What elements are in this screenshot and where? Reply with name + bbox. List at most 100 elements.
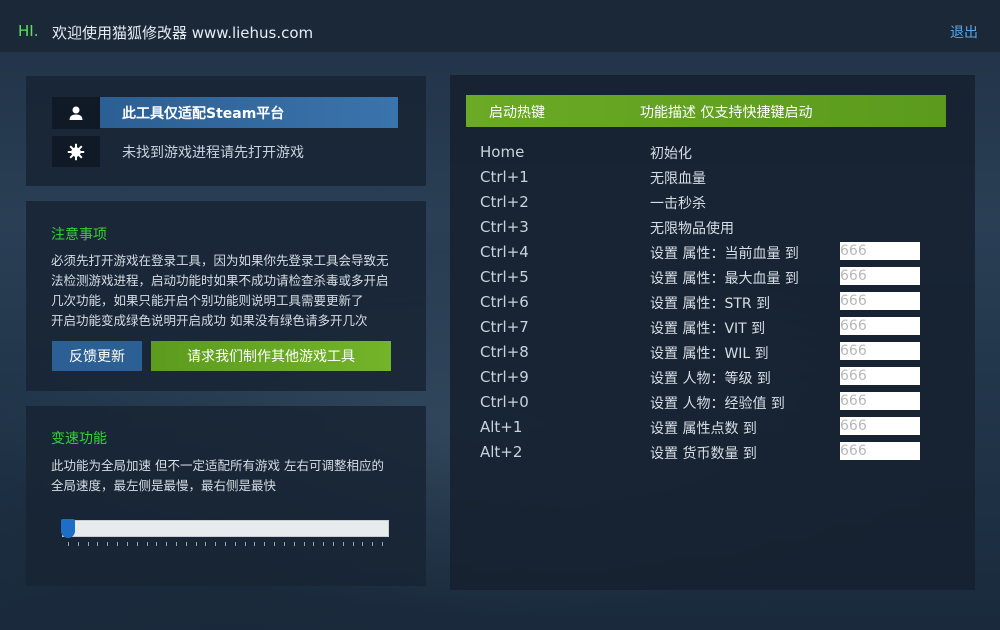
hotkey-description: 设置 人物：经验值 到 — [650, 396, 785, 412]
hotkey-key: Home — [480, 143, 525, 161]
slider-tick — [97, 542, 98, 546]
hotkey-row[interactable]: Ctrl+2 一击秒杀 — [450, 193, 975, 218]
hotkey-row[interactable]: Ctrl+7 设置 属性：VIT 到 — [450, 317, 975, 343]
slider-tick — [333, 542, 334, 546]
slider-tick — [313, 542, 314, 546]
platform-label: 此工具仅适配Steam平台 — [100, 97, 398, 128]
hotkey-row[interactable]: Ctrl+5 设置 属性：最大血量 到 — [450, 267, 975, 293]
hotkey-description: 设置 货币数量 到 — [650, 446, 757, 462]
slider-tick — [343, 542, 344, 546]
hotkey-description: 无限血量 — [650, 171, 706, 187]
feedback-update-button[interactable]: 反馈更新 — [52, 341, 142, 371]
slider-tick — [362, 542, 363, 546]
hotkey-row[interactable]: Ctrl+0 设置 人物：经验值 到 — [450, 392, 975, 418]
slider-tick — [205, 542, 206, 546]
notes-line: 几次功能，如果只能开启个别功能则说明工具需要更新了 — [51, 293, 364, 308]
hotkey-key: Ctrl+2 — [480, 193, 529, 211]
speed-slider-ticks — [68, 542, 388, 547]
slider-tick — [294, 542, 295, 546]
slider-tick — [127, 542, 128, 546]
hotkey-description: 设置 人物：等级 到 — [650, 371, 771, 387]
hotkey-row[interactable]: Alt+2 设置 货币数量 到 — [450, 442, 975, 468]
hotkey-row[interactable]: Ctrl+9 设置 人物：等级 到 — [450, 367, 975, 393]
slider-tick — [353, 542, 354, 546]
hotkey-value-input[interactable] — [840, 317, 920, 335]
notes-title: 注意事项 — [51, 227, 107, 243]
hotkey-value-input[interactable] — [840, 392, 920, 410]
hotkey-value-input[interactable] — [840, 342, 920, 360]
request-tool-button[interactable]: 请求我们制作其他游戏工具 — [151, 341, 391, 371]
slider-tick — [245, 542, 246, 546]
hotkey-description: 设置 属性：最大血量 到 — [650, 271, 799, 287]
title-bar: HI. 欢迎使用猫狐修改器 www.liehus.com 退出 — [0, 0, 1000, 52]
hotkey-key: Ctrl+3 — [480, 218, 529, 236]
speed-text: 此功能为全局加速 但不一定适配所有游戏 左右可调整相应的 全局速度，最左侧是最慢… — [51, 456, 411, 496]
hotkey-row[interactable]: Alt+1 设置 属性点数 到 — [450, 417, 975, 443]
slider-tick — [215, 542, 216, 546]
slider-tick — [225, 542, 226, 546]
hotkey-row[interactable]: Ctrl+1 无限血量 — [450, 168, 975, 193]
hotkey-value-input[interactable] — [840, 367, 920, 385]
hotkey-description: 设置 属性：WIL 到 — [650, 346, 769, 362]
speed-slider-thumb[interactable] — [61, 519, 75, 538]
hotkey-value-input[interactable] — [840, 267, 920, 285]
app-title: 欢迎使用猫狐修改器 www.liehus.com — [52, 24, 314, 42]
exit-link[interactable]: 退出 — [950, 22, 978, 42]
hotkey-description: 初始化 — [650, 146, 692, 162]
hotkey-key: Alt+1 — [480, 418, 523, 436]
process-status: 未找到游戏进程请先打开游戏 — [122, 145, 304, 161]
slider-tick — [176, 542, 177, 546]
user-icon — [52, 97, 100, 129]
notes-line: 开启功能变成绿色说明开启成功 如果没有绿色请多开几次 — [51, 313, 368, 328]
hi-label: HI. — [18, 22, 39, 40]
speed-line: 此功能为全局加速 但不一定适配所有游戏 左右可调整相应的 — [51, 458, 384, 473]
hotkey-description: 设置 属性：当前血量 到 — [650, 246, 799, 262]
hotkey-description: 设置 属性：VIT 到 — [650, 321, 766, 337]
hotkey-value-input[interactable] — [840, 292, 920, 310]
hotkey-description: 无限物品使用 — [650, 221, 734, 237]
hotkey-row[interactable]: Ctrl+4 设置 属性：当前血量 到 — [450, 242, 975, 268]
slider-tick — [304, 542, 305, 546]
slider-tick — [156, 542, 157, 546]
slider-tick — [274, 542, 275, 546]
speed-line: 全局速度，最左侧是最慢，最右侧是最快 — [51, 478, 277, 493]
notes-line: 必须先打开游戏在登录工具，因为如果你先登录工具会导致无 — [51, 253, 389, 268]
slider-tick — [107, 542, 108, 546]
slider-tick — [284, 542, 285, 546]
hotkey-description: 一击秒杀 — [650, 196, 706, 212]
hotkey-row[interactable]: Ctrl+6 设置 属性：STR 到 — [450, 292, 975, 318]
slider-tick — [372, 542, 373, 546]
hotkey-row[interactable]: Home 初始化 — [450, 143, 975, 168]
hotkey-value-input[interactable] — [840, 442, 920, 460]
hotkey-key: Ctrl+1 — [480, 168, 529, 186]
hotkey-description: 设置 属性：STR 到 — [650, 296, 771, 312]
hotkeys-panel: 启动热键 功能描述 仅支持快捷键启动 Home 初始化 Ctrl+1 无限血量 Ctrl… — [450, 75, 975, 590]
hotkey-key: Ctrl+5 — [480, 268, 529, 286]
notes-line: 法检测游戏进程，启动功能时如果不成功请检查杀毒或多开启 — [51, 273, 389, 288]
header-hotkey: 启动热键 — [489, 105, 545, 121]
slider-tick — [166, 542, 167, 546]
slider-tick — [186, 542, 187, 546]
slider-tick — [323, 542, 324, 546]
platform-panel: 此工具仅适配Steam平台 未找到游戏进程请先打开游戏 — [26, 76, 426, 186]
hotkey-value-input[interactable] — [840, 242, 920, 260]
hotkey-key: Ctrl+0 — [480, 393, 529, 411]
slider-tick — [235, 542, 236, 546]
slider-tick — [78, 542, 79, 546]
hotkey-key: Ctrl+6 — [480, 293, 529, 311]
hotkey-key: Ctrl+9 — [480, 368, 529, 386]
hotkey-row[interactable]: Ctrl+3 无限物品使用 — [450, 218, 975, 243]
slider-tick — [264, 542, 265, 546]
slider-tick — [382, 542, 383, 546]
gear-icon — [52, 136, 100, 167]
slider-tick — [196, 542, 197, 546]
hotkey-value-input[interactable] — [840, 417, 920, 435]
notes-panel: 注意事项 必须先打开游戏在登录工具，因为如果你先登录工具会导致无 法检测游戏进程… — [26, 201, 426, 391]
hotkeys-header: 启动热键 功能描述 仅支持快捷键启动 — [466, 95, 946, 127]
notes-text: 必须先打开游戏在登录工具，因为如果你先登录工具会导致无 法检测游戏进程，启动功能… — [51, 251, 411, 331]
speed-panel: 变速功能 此功能为全局加速 但不一定适配所有游戏 左右可调整相应的 全局速度，最… — [26, 406, 426, 586]
hotkey-row[interactable]: Ctrl+8 设置 属性：WIL 到 — [450, 342, 975, 368]
slider-tick — [254, 542, 255, 546]
slider-tick — [137, 542, 138, 546]
speed-slider-track[interactable] — [62, 520, 389, 537]
